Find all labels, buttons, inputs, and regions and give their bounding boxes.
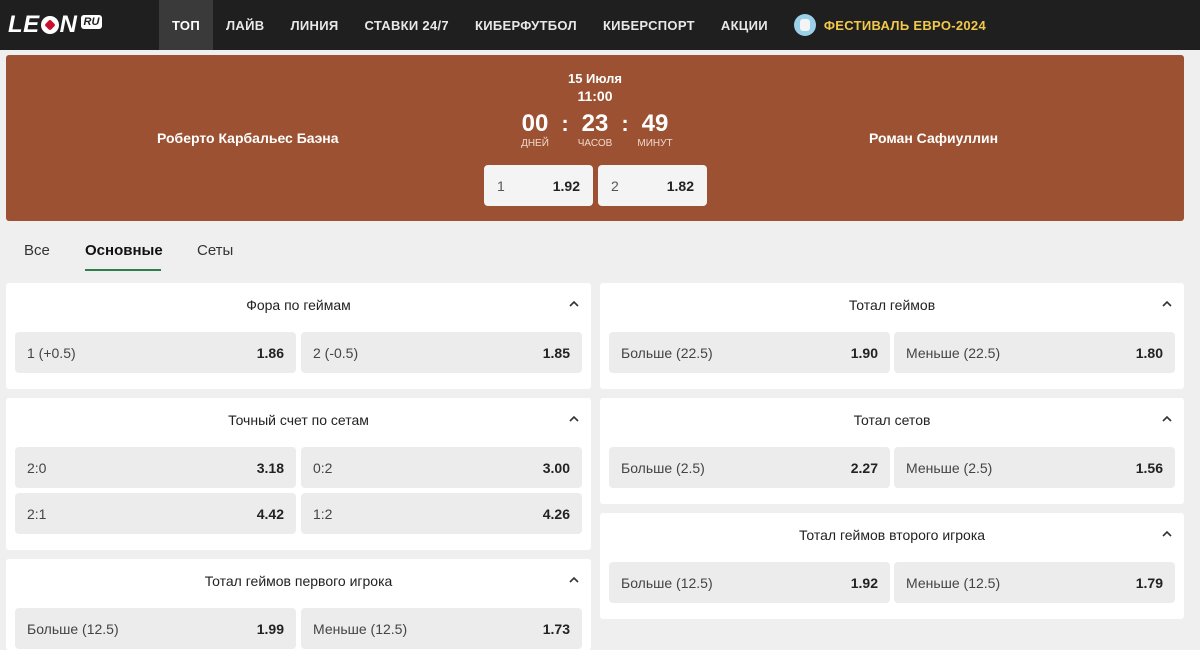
countdown-separator: : bbox=[621, 111, 629, 136]
nav-item-promotions[interactable]: АКЦИИ bbox=[708, 0, 781, 50]
chevron-up-icon[interactable] bbox=[1162, 299, 1172, 309]
chevron-up-icon[interactable] bbox=[569, 414, 579, 424]
odd-cell[interactable]: 0:2 3.00 bbox=[301, 447, 582, 488]
market-card-total-first-player: Тотал геймов первого игрока Больше (12.5… bbox=[6, 559, 591, 650]
tab-sets[interactable]: Сеты bbox=[197, 242, 233, 259]
tab-main[interactable]: Основные bbox=[85, 242, 163, 259]
odd-cell[interactable]: 1:2 4.26 bbox=[301, 493, 582, 534]
tab-all[interactable]: Все bbox=[24, 242, 50, 259]
logo-ru-badge: RU bbox=[80, 15, 103, 29]
main-odd-button-2[interactable]: 2 1.82 bbox=[598, 165, 707, 206]
nav-item-line[interactable]: ЛИНИЯ bbox=[277, 0, 351, 50]
market-card-handicap: Фора по геймам 1 (+0.5) 1.86 2 (-0.5) 1.… bbox=[6, 283, 591, 389]
event-header: 15 Июля 11:00 Роберто Карбальес Баэна Ро… bbox=[6, 55, 1184, 221]
market-title: Тотал геймов второго игрока bbox=[798, 527, 986, 543]
odd-cell[interactable]: 2 (-0.5) 1.85 bbox=[301, 332, 582, 373]
team-left-name: Роберто Карбальес Баэна bbox=[157, 130, 339, 146]
market-card-total-second-player: Тотал геймов второго игрока Больше (12.5… bbox=[600, 513, 1184, 619]
euro-festival-label: ФЕСТИВАЛЬ ЕВРО-2024 bbox=[823, 17, 986, 33]
chevron-up-icon[interactable] bbox=[569, 299, 579, 309]
odd-cell[interactable]: Больше (2.5) 2.27 bbox=[609, 447, 890, 488]
odd-cell[interactable]: Меньше (2.5) 1.56 bbox=[894, 447, 1175, 488]
nav-item-top[interactable]: ТОП bbox=[159, 0, 213, 50]
countdown-days: 00 ДНЕЙ bbox=[521, 110, 549, 149]
countdown-separator: : bbox=[561, 111, 569, 136]
market-title: Точный счет по сетам bbox=[228, 412, 369, 428]
market-card-exact-score: Точный счет по сетам 2:0 3.18 0:2 3.00 2… bbox=[6, 398, 591, 550]
odd-cell[interactable]: Больше (12.5) 1.99 bbox=[15, 608, 296, 649]
main-odd-button-1[interactable]: 1 1.92 bbox=[484, 165, 593, 206]
event-time: 11:00 bbox=[577, 88, 613, 104]
market-title: Тотал сетов bbox=[853, 412, 931, 428]
active-tab-indicator bbox=[85, 269, 161, 271]
chevron-up-icon[interactable] bbox=[569, 575, 579, 585]
top-navigation: LE N RU ТОП ЛАЙВ ЛИНИЯ СТАВКИ 24/7 КИБЕРФ… bbox=[0, 0, 1200, 50]
market-title: Тотал геймов bbox=[848, 297, 936, 313]
nav-item-cybersport[interactable]: КИБЕРСПОРТ bbox=[590, 0, 708, 50]
team-right-name: Роман Сафиуллин bbox=[869, 130, 999, 146]
odd-cell[interactable]: 1 (+0.5) 1.86 bbox=[15, 332, 296, 373]
euro-mascot-icon bbox=[793, 14, 816, 36]
event-date: 15 Июля bbox=[567, 71, 623, 86]
nav-item-euro-festival[interactable]: ФЕСТИВАЛЬ ЕВРО-2024 bbox=[781, 0, 999, 50]
countdown-hours: 23 ЧАСОВ bbox=[577, 110, 613, 149]
market-card-total-sets: Тотал сетов Больше (2.5) 2.27 Меньше (2.… bbox=[600, 398, 1184, 504]
market-title: Тотал геймов первого игрока bbox=[204, 573, 393, 589]
countdown-timer: 00 ДНЕЙ : 23 ЧАСОВ : 49 МИНУТ bbox=[513, 110, 677, 149]
nav-item-bets-247[interactable]: СТАВКИ 24/7 bbox=[351, 0, 461, 50]
nav-item-cyberfootball[interactable]: КИБЕРФУТБОЛ bbox=[462, 0, 590, 50]
chevron-up-icon[interactable] bbox=[1162, 414, 1172, 424]
nav-item-live[interactable]: ЛАЙВ bbox=[213, 0, 277, 50]
odd-cell[interactable]: 2:0 3.18 bbox=[15, 447, 296, 488]
leon-logo[interactable]: LE N RU bbox=[0, 0, 159, 50]
odd-cell[interactable]: Меньше (22.5) 1.80 bbox=[894, 332, 1175, 373]
countdown-minutes: 49 МИНУТ bbox=[637, 110, 673, 149]
market-title: Фора по геймам bbox=[246, 297, 351, 313]
odd-cell[interactable]: Больше (12.5) 1.92 bbox=[609, 562, 890, 603]
soccer-ball-icon bbox=[40, 16, 59, 34]
market-card-total-games: Тотал геймов Больше (22.5) 1.90 Меньше (… bbox=[600, 283, 1184, 389]
chevron-up-icon[interactable] bbox=[1162, 529, 1172, 539]
logo-text: LE N bbox=[8, 11, 78, 38]
odd-cell[interactable]: Меньше (12.5) 1.79 bbox=[894, 562, 1175, 603]
odd-cell[interactable]: 2:1 4.42 bbox=[15, 493, 296, 534]
odd-cell[interactable]: Меньше (12.5) 1.73 bbox=[301, 608, 582, 649]
odd-cell[interactable]: Больше (22.5) 1.90 bbox=[609, 332, 890, 373]
